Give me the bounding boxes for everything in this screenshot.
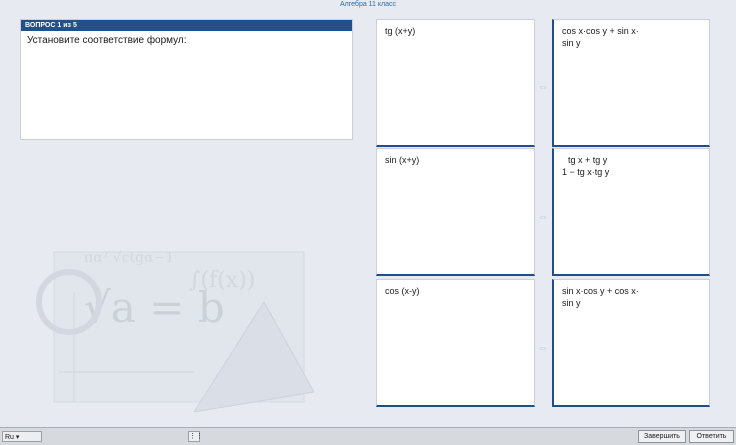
question-text: Установите соответствие формул: bbox=[27, 35, 187, 46]
right-formula-3-line2: sin y bbox=[562, 298, 581, 308]
right-card-1[interactable]: cos x·cos y + sin x· sin y bbox=[552, 19, 710, 147]
double-arrow-icon: ⇔ bbox=[537, 211, 549, 223]
double-arrow-icon: ⇔ bbox=[537, 81, 549, 93]
svg-text:√a = b: √a = b bbox=[84, 283, 225, 332]
right-formula-2-denominator: 1 − tg x·tg y bbox=[562, 167, 610, 177]
left-formula-2: sin (x+y) bbox=[385, 155, 420, 165]
right-formula-3-line1: sin x·cos y + cos x· bbox=[562, 286, 639, 296]
finish-button[interactable]: Завершить bbox=[638, 430, 686, 443]
right-card-2[interactable]: tg x + tg y 1 − tg x·tg y bbox=[552, 148, 710, 276]
right-formula-2-numerator: tg x + tg y bbox=[568, 155, 608, 165]
double-arrow-icon: ⇔ bbox=[537, 342, 549, 354]
language-selector[interactable]: Ru ▾ bbox=[2, 431, 42, 442]
grid-icon[interactable]: ⋮⋮ bbox=[188, 431, 203, 442]
left-card-1[interactable]: tg (x+y) bbox=[376, 19, 535, 147]
question-counter: ВОПРОС 1 из 5 bbox=[21, 20, 352, 31]
window-title: Алгебра 11 класс bbox=[339, 1, 397, 8]
right-formula-1-line1: cos x·cos y + sin x· bbox=[562, 26, 639, 36]
question-panel: ВОПРОС 1 из 5 Установите соответствие фо… bbox=[20, 19, 353, 140]
svg-text:πα² √ctgα−1: πα² √ctgα−1 bbox=[84, 250, 174, 266]
left-formula-1: tg (x+y) bbox=[385, 26, 416, 36]
right-card-3[interactable]: sin x·cos y + cos x· sin y bbox=[552, 279, 710, 407]
left-card-2[interactable]: sin (x+y) bbox=[376, 148, 535, 276]
left-card-3[interactable]: cos (x-y) bbox=[376, 279, 535, 407]
answer-button[interactable]: Ответить bbox=[689, 430, 734, 443]
math-scroll-watermark: πα² √ctgα−1 ∫(f(x)) √a = b bbox=[36, 250, 314, 412]
status-bar: Ru ▾ ⋮⋮ Завершить Ответить bbox=[0, 427, 736, 445]
left-formula-3: cos (x-y) bbox=[385, 286, 420, 296]
right-formula-1-line2: sin y bbox=[562, 38, 581, 48]
